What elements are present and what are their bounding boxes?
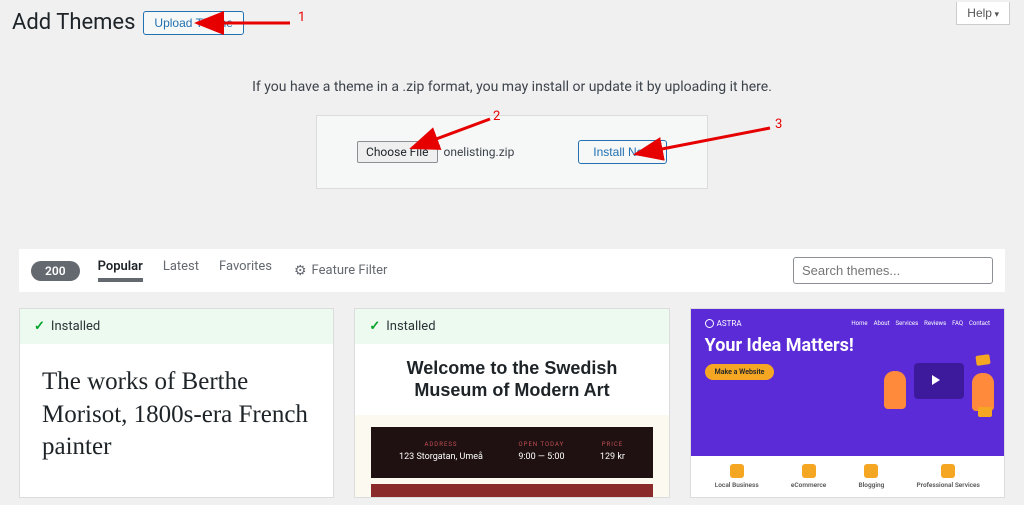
- tab-favorites[interactable]: Favorites: [219, 259, 272, 282]
- info-value: 129 kr: [600, 452, 625, 462]
- menu-item: About: [874, 320, 890, 327]
- menu-item: Services: [896, 320, 919, 327]
- page-header: Add Themes Upload Theme: [0, 0, 1024, 39]
- category-icon: [864, 464, 878, 478]
- theme-preview: The works of Berthe Morisot, 1800s-era F…: [20, 344, 333, 486]
- choose-file-button[interactable]: Choose File: [357, 141, 437, 163]
- help-button[interactable]: Help: [956, 2, 1010, 25]
- theme-preview-title: The works of Berthe Morisot, 1800s-era F…: [42, 366, 311, 464]
- info-value: 123 Storgatan, Umeå: [399, 452, 483, 462]
- play-icon: [932, 375, 940, 385]
- category-item: Professional Services: [917, 464, 980, 489]
- theme-count-badge: 200: [31, 261, 80, 281]
- preview-illustration: [884, 345, 994, 425]
- category-icon: [802, 464, 816, 478]
- category-icon: [730, 464, 744, 478]
- installed-label: Installed: [386, 319, 435, 334]
- theme-preview: Welcome to the Swedish Museum of Modern …: [355, 344, 668, 498]
- theme-card[interactable]: ASTRA Home About Services Reviews FAQ Co…: [690, 308, 1005, 498]
- filter-bar: 200 Popular Latest Favorites Feature Fil…: [19, 249, 1005, 292]
- tab-latest[interactable]: Latest: [163, 259, 199, 282]
- search-input[interactable]: [793, 257, 993, 284]
- themes-grid: ✓ Installed The works of Berthe Morisot,…: [0, 292, 1024, 498]
- menu-item: Home: [851, 320, 867, 327]
- info-label: ADDRESS: [399, 441, 483, 448]
- tab-popular[interactable]: Popular: [98, 259, 143, 282]
- installed-label: Installed: [51, 319, 100, 334]
- info-label: OPEN TODAY: [518, 441, 564, 448]
- preview-logo: ASTRA: [705, 319, 742, 328]
- category-item: Local Business: [715, 464, 759, 489]
- info-label: PRICE: [600, 441, 625, 448]
- upload-theme-button[interactable]: Upload Theme: [143, 11, 244, 35]
- menu-item: Contact: [969, 320, 990, 327]
- install-now-button[interactable]: Install Now: [578, 140, 667, 164]
- theme-preview-title: Welcome to the Swedish Museum of Modern …: [385, 358, 638, 401]
- installed-badge: ✓ Installed: [355, 309, 668, 344]
- feature-filter-label: Feature Filter: [312, 263, 388, 278]
- category-item: Blogging: [858, 464, 884, 489]
- info-value: 9:00 — 5:00: [518, 452, 564, 462]
- upload-section: If you have a theme in a .zip format, yo…: [0, 79, 1024, 189]
- menu-item: Reviews: [924, 320, 946, 327]
- theme-card[interactable]: ✓ Installed Welcome to the Swedish Museu…: [354, 308, 669, 498]
- logo-text: ASTRA: [717, 319, 742, 328]
- check-icon: ✓: [34, 319, 45, 334]
- selected-filename: onelisting.zip: [443, 145, 514, 159]
- theme-card[interactable]: ✓ Installed The works of Berthe Morisot,…: [19, 308, 334, 498]
- check-icon: ✓: [369, 319, 380, 334]
- category-item: eCommerce: [791, 464, 826, 489]
- preview-image-strip: [371, 484, 652, 498]
- menu-item: FAQ: [952, 320, 963, 327]
- upload-form: Choose File onelisting.zip Install Now: [316, 115, 708, 189]
- preview-menu: Home About Services Reviews FAQ Contact: [851, 320, 990, 327]
- gear-icon: [294, 263, 307, 279]
- upload-instruction: If you have a theme in a .zip format, yo…: [0, 79, 1024, 95]
- filter-tabs: Popular Latest Favorites: [98, 259, 272, 282]
- logo-icon: [705, 319, 714, 328]
- installed-badge: ✓ Installed: [20, 309, 333, 344]
- page-title: Add Themes: [12, 10, 135, 35]
- theme-preview: ASTRA Home About Services Reviews FAQ Co…: [691, 309, 1004, 497]
- preview-cta: Make a Website: [705, 364, 775, 380]
- category-icon: [941, 464, 955, 478]
- feature-filter-button[interactable]: Feature Filter: [294, 263, 387, 279]
